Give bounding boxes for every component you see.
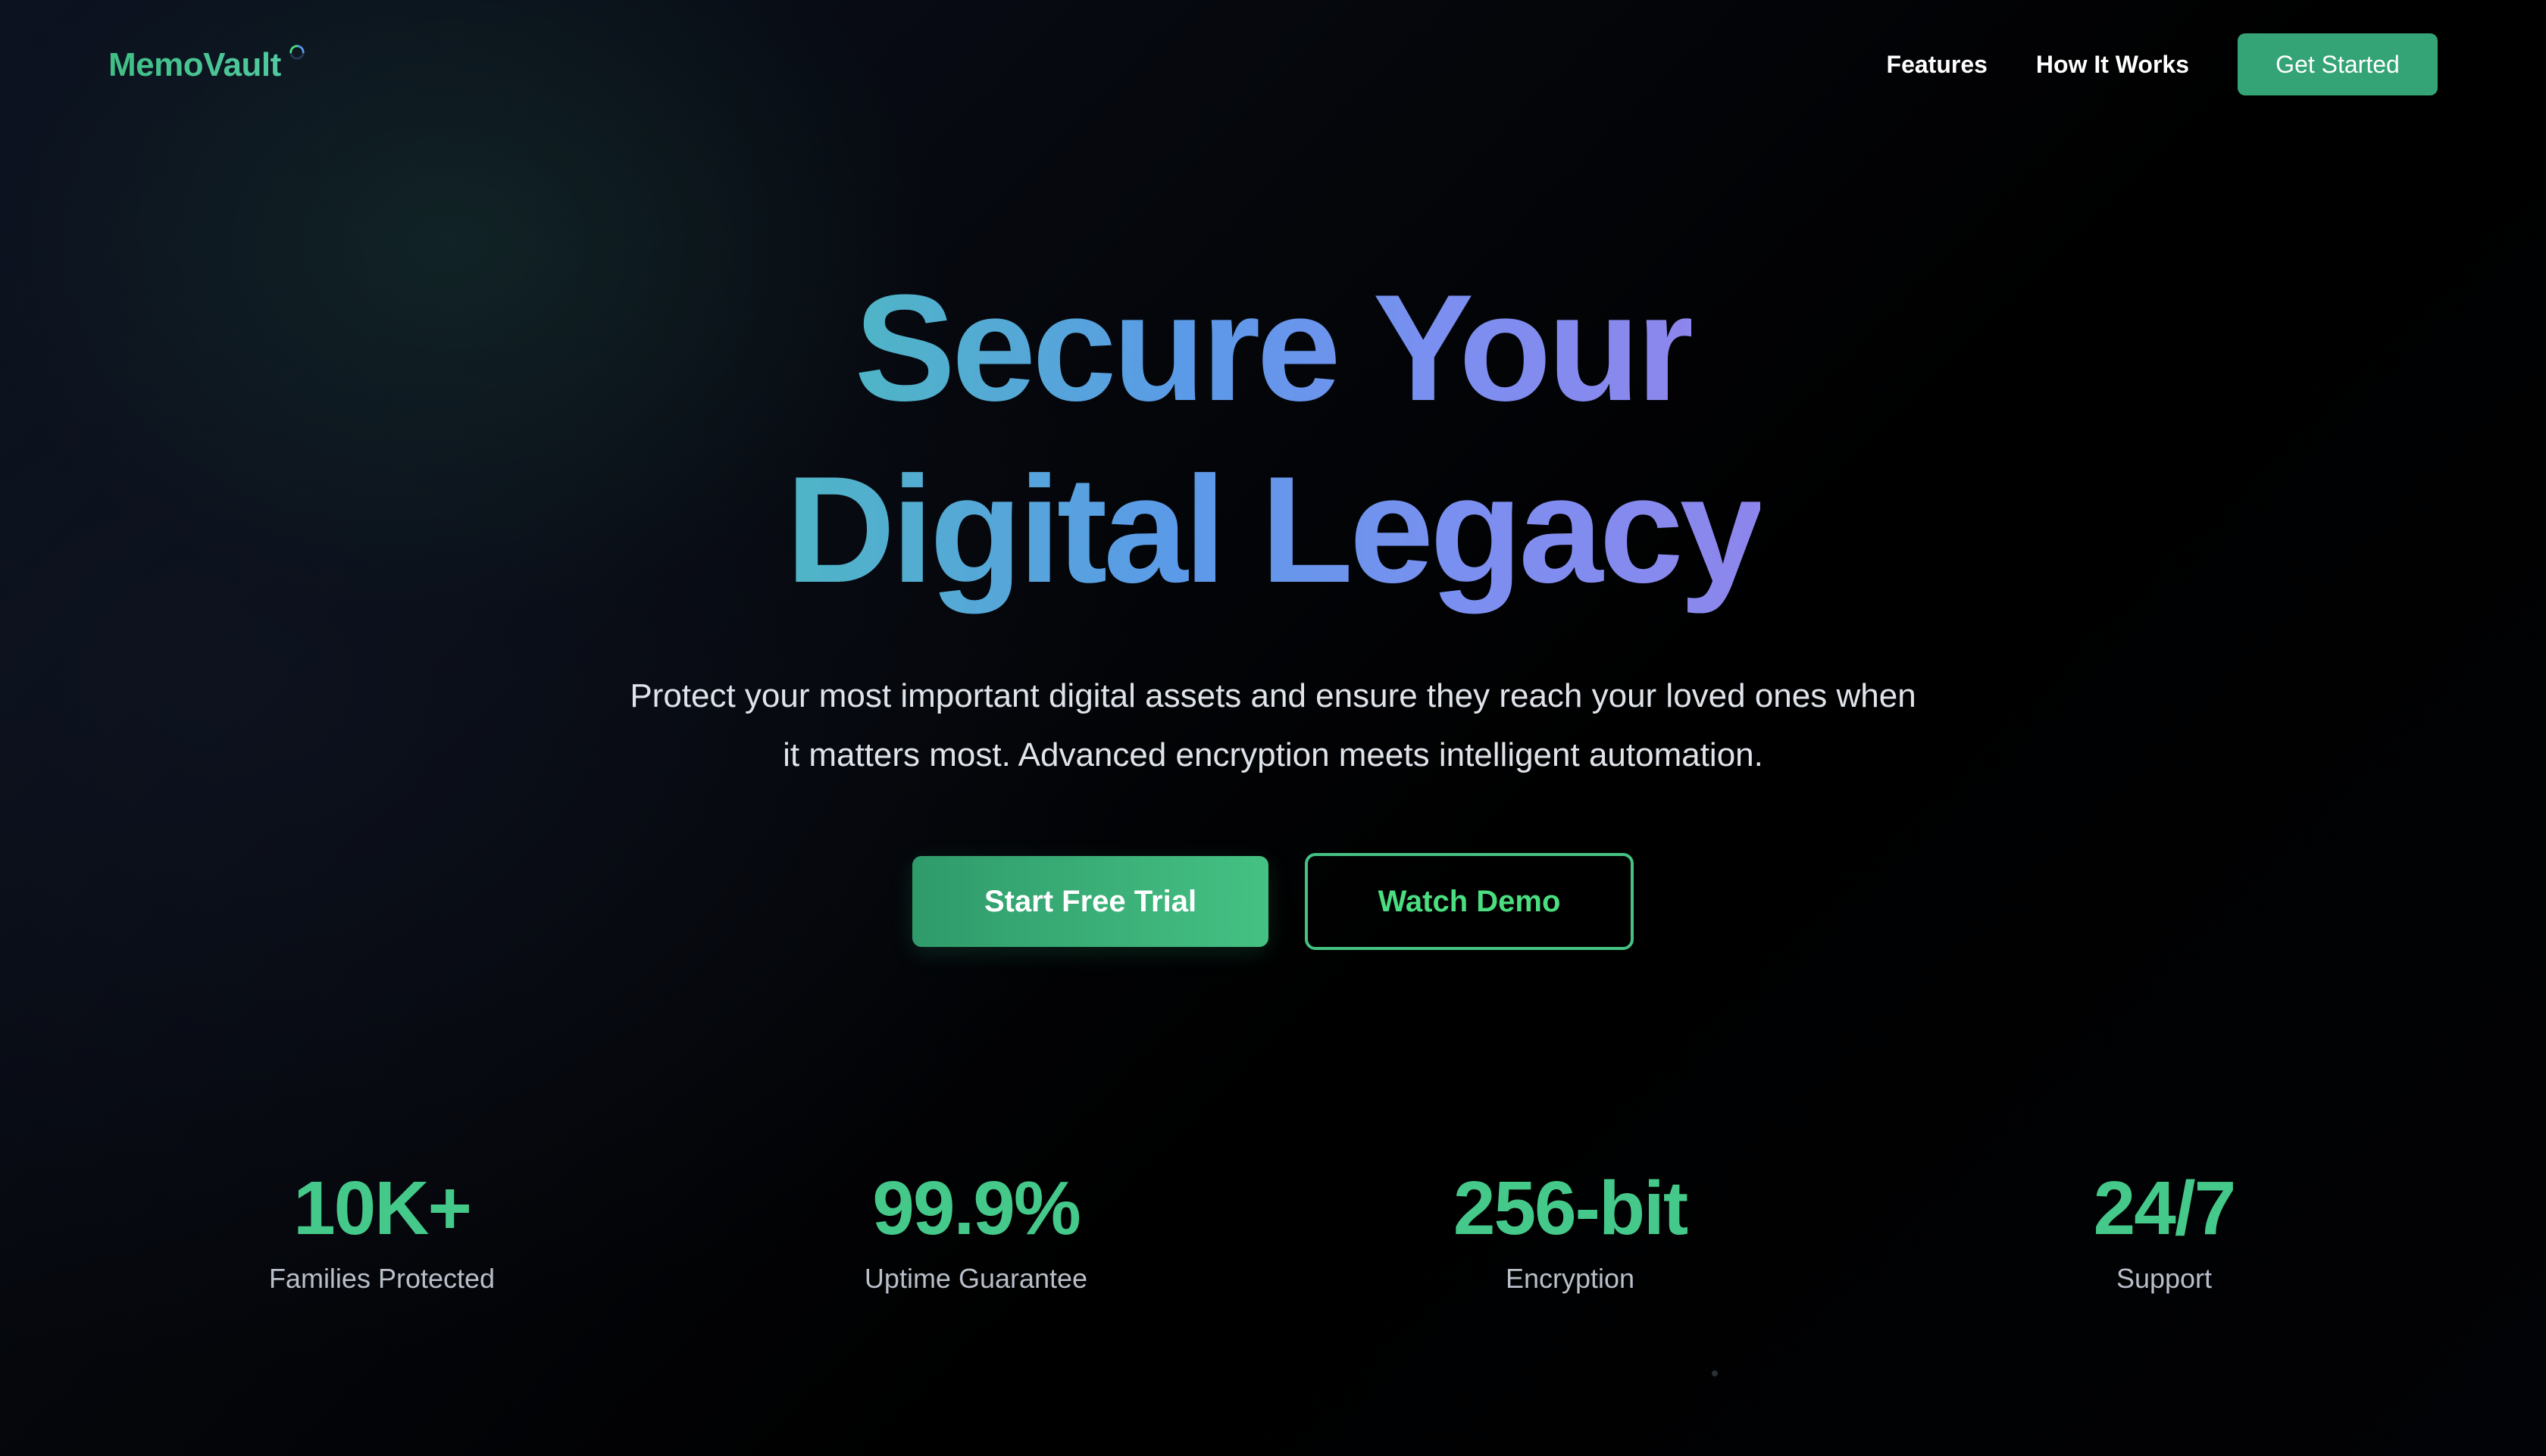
- stat-label: Uptime Guarantee: [864, 1263, 1088, 1294]
- hero-subtitle: Protect your most important digital asse…: [0, 667, 2546, 785]
- stat-encryption: 256-bit Encryption: [1343, 1159, 1797, 1300]
- stat-label: Encryption: [1505, 1263, 1635, 1294]
- start-free-trial-button[interactable]: Start Free Trial: [912, 856, 1268, 947]
- nav-link-how-it-works[interactable]: How It Works: [2036, 51, 2189, 79]
- stat-support: 24/7 Support: [1937, 1159, 2391, 1300]
- stat-value: 24/7: [2093, 1166, 2237, 1251]
- stat-value: 99.9%: [872, 1166, 1081, 1251]
- watch-demo-button[interactable]: Watch Demo: [1305, 853, 1634, 950]
- logo[interactable]: MemoVault: [108, 42, 305, 88]
- stat-value: 10K+: [293, 1166, 472, 1251]
- stat-label: Families Protected: [268, 1263, 496, 1294]
- stat-value: 256-bit: [1453, 1166, 1688, 1251]
- hero-title-line-2: Digital Legacy: [786, 439, 1764, 621]
- logo-text: MemoVault: [108, 42, 281, 88]
- stat-families-protected: 10K+ Families Protected: [155, 1159, 609, 1300]
- decorative-dot: [1712, 1370, 1718, 1376]
- main-nav: Features How It Works Get Started: [1887, 33, 2438, 95]
- stat-label: Support: [2116, 1263, 2213, 1294]
- hero-cta-row: Start Free Trial Watch Demo: [0, 853, 2546, 950]
- nav-link-features[interactable]: Features: [1887, 51, 1988, 79]
- loading-ring-icon: [289, 45, 305, 60]
- hero-subtitle-line-2: it matters most. Advanced encryption mee…: [783, 736, 1763, 773]
- hero-title-line-1: Secure Your: [855, 258, 1696, 439]
- get-started-button[interactable]: Get Started: [2238, 33, 2438, 95]
- stat-uptime-guarantee: 99.9% Uptime Guarantee: [749, 1159, 1203, 1300]
- hero-subtitle-line-1: Protect your most important digital asse…: [630, 677, 1916, 714]
- stats-section: 10K+ Families Protected 99.9% Uptime Gua…: [0, 1159, 2546, 1311]
